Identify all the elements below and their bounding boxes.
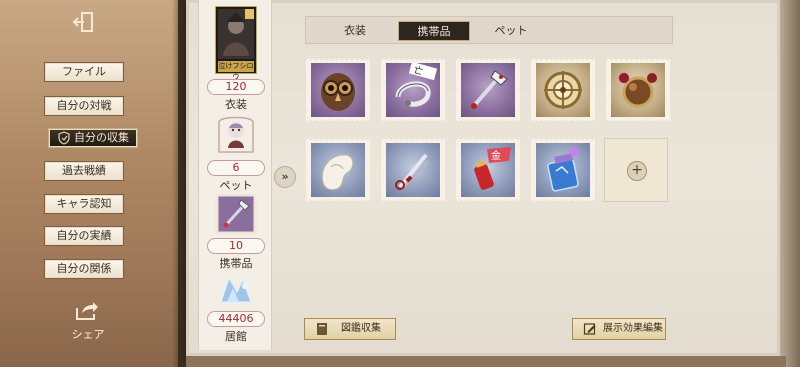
codex-collection-button[interactable]: 図鑑収集 bbox=[304, 318, 396, 340]
sidebar-item-my-collection[interactable]: 自分の収集 bbox=[48, 128, 138, 148]
residence-label: 居館 bbox=[225, 330, 247, 343]
item-slot[interactable] bbox=[531, 58, 595, 122]
item-slot[interactable] bbox=[306, 138, 370, 202]
accessory-count: 10 bbox=[207, 238, 265, 254]
tab-costume[interactable]: 衣装 bbox=[320, 21, 390, 41]
costume-label: 衣装 bbox=[225, 98, 247, 111]
red-lantern-icon: 金 bbox=[474, 147, 511, 190]
pet-label: ペット bbox=[219, 179, 253, 192]
accessory-label: 携帯品 bbox=[219, 257, 253, 270]
shield-icon bbox=[58, 131, 70, 145]
tab-bar: 衣装 携帯品 ペット bbox=[305, 16, 673, 44]
add-item-slot[interactable]: + bbox=[604, 138, 668, 202]
sidebar-item-past-record[interactable]: 過去戦績 bbox=[44, 161, 124, 181]
stats-column: 泣けフシロウ 120 衣装 6 ペット 10 携帯品 44406 居館 bbox=[198, 0, 272, 350]
sidebar-item-my-achievements[interactable]: 自分の実績 bbox=[44, 226, 124, 246]
item-slot[interactable] bbox=[456, 58, 520, 122]
item-tag-text: 金 bbox=[491, 149, 501, 162]
edit-icon bbox=[583, 323, 596, 335]
sidebar-item-character-recognition[interactable]: キャラ認知 bbox=[44, 194, 124, 214]
pet-count: 6 bbox=[207, 160, 265, 176]
item-slot[interactable] bbox=[306, 58, 370, 122]
accessory-icon[interactable] bbox=[215, 193, 257, 235]
item-slot[interactable] bbox=[381, 138, 445, 202]
residence-count: 44406 bbox=[207, 311, 265, 327]
residence-icon[interactable] bbox=[215, 272, 257, 308]
compass-wheel-icon bbox=[544, 71, 582, 109]
share-label[interactable]: シェア bbox=[60, 326, 116, 342]
ornament-ball-icon bbox=[618, 72, 657, 108]
exit-icon[interactable] bbox=[70, 10, 100, 34]
ornate-wand-icon bbox=[471, 70, 508, 109]
pet-icon[interactable] bbox=[215, 112, 257, 156]
item-slot[interactable] bbox=[606, 58, 670, 122]
costume-count: 120 bbox=[207, 79, 265, 95]
sidebar-item-file[interactable]: ファイル bbox=[44, 62, 124, 82]
owl-mask-icon bbox=[321, 73, 355, 111]
plus-icon: + bbox=[627, 161, 647, 181]
book-icon bbox=[317, 323, 327, 335]
display-effect-edit-button[interactable]: 展示効果編集 bbox=[572, 318, 666, 340]
scissors-blade-icon bbox=[395, 153, 430, 190]
costume-portrait-icon[interactable]: 泣けフシロウ bbox=[214, 5, 258, 81]
white-cloth-icon bbox=[321, 154, 354, 191]
item-slot[interactable]: 金 bbox=[456, 138, 520, 202]
board-edge bbox=[780, 0, 800, 367]
tab-accessory[interactable]: 携帯品 bbox=[398, 21, 470, 41]
board-bottom bbox=[186, 356, 786, 367]
crystal-jar-icon bbox=[547, 146, 579, 192]
item-slot[interactable] bbox=[531, 138, 595, 202]
seal-charm-icon: 亡 bbox=[395, 63, 438, 107]
expand-arrow-icon[interactable]: » bbox=[274, 166, 296, 188]
share-icon[interactable] bbox=[74, 300, 100, 322]
sidebar-item-my-matches[interactable]: 自分の対戦 bbox=[44, 96, 124, 116]
item-slot[interactable]: 亡 bbox=[381, 58, 445, 122]
sidebar-item-my-relationships[interactable]: 自分の関係 bbox=[44, 259, 124, 279]
tab-pet[interactable]: ペット bbox=[478, 21, 544, 41]
sidebar: ファイル 自分の対戦 自分の収集 過去戦績 キャラ認知 自分の実績 自分の関係 … bbox=[0, 0, 178, 367]
